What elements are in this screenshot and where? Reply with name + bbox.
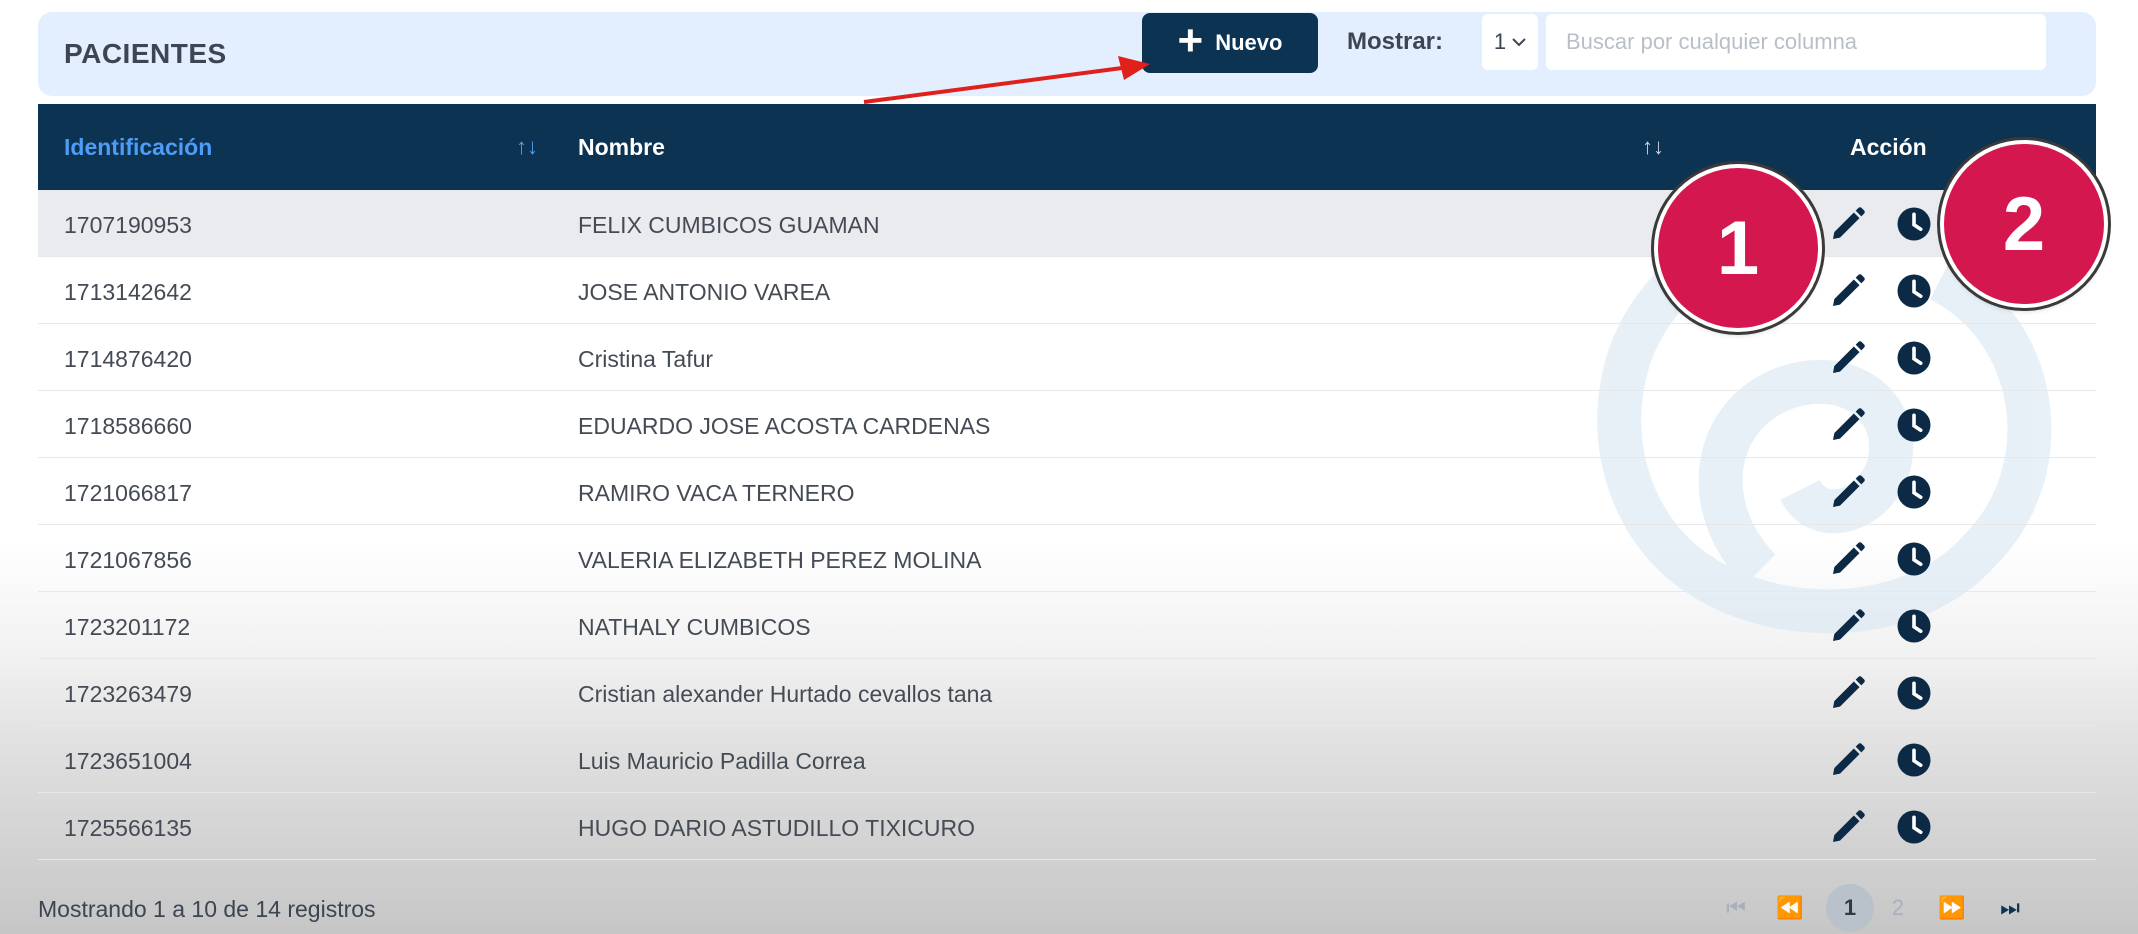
patient-name: JOSE ANTONIO VAREA	[578, 279, 831, 305]
patient-id: 1723201172	[64, 614, 191, 640]
clock-icon[interactable]	[1896, 809, 1932, 845]
first-page-button[interactable]: ⏮	[1716, 886, 1756, 930]
new-button-label: Nuevo	[1215, 30, 1283, 55]
patient-id: 1723263479	[64, 681, 192, 707]
pencil-icon[interactable]	[1828, 807, 1868, 847]
page-2-button[interactable]: 2	[1878, 886, 1918, 930]
page-1-button[interactable]: 1	[1826, 884, 1874, 932]
table-row: 1725566135 HUGO DARIO ASTUDILLO TIXICURO	[38, 793, 2096, 860]
patient-name: NATHALY CUMBICOS	[578, 614, 811, 640]
patient-id: 1713142642	[64, 279, 192, 305]
show-entries-select[interactable]: 1	[1482, 14, 1538, 70]
pencil-icon[interactable]	[1828, 673, 1868, 713]
patient-name: VALERIA ELIZABETH PEREZ MOLINA	[578, 547, 982, 573]
chevron-down-icon	[1512, 38, 1526, 47]
patient-id: 1723651004	[64, 748, 192, 774]
clock-icon[interactable]	[1896, 675, 1932, 711]
search-input[interactable]	[1546, 14, 2046, 70]
patient-id: 1725566135	[64, 815, 192, 841]
sort-icon[interactable]: ↑↓	[1642, 134, 1664, 160]
show-entries-label: Mostrar:	[1347, 28, 1444, 55]
show-entries-value: 1	[1493, 29, 1507, 54]
last-page-button[interactable]: ⏭	[1988, 886, 2032, 930]
table-row: 1721067856 VALERIA ELIZABETH PEREZ MOLIN…	[38, 525, 2096, 592]
pencil-icon[interactable]	[1828, 606, 1868, 646]
clock-icon[interactable]	[1896, 742, 1932, 778]
patient-name: HUGO DARIO ASTUDILLO TIXICURO	[578, 815, 976, 841]
column-header-identificacion[interactable]: Identificación	[64, 134, 212, 161]
clock-icon[interactable]	[1896, 541, 1932, 577]
clock-icon[interactable]	[1896, 206, 1932, 242]
patient-id: 1718586660	[64, 413, 192, 439]
table-row: 1718586660 EDUARDO JOSE ACOSTA CARDENAS	[38, 391, 2096, 458]
pencil-icon[interactable]	[1828, 204, 1868, 244]
clock-icon[interactable]	[1896, 407, 1932, 443]
clock-icon[interactable]	[1896, 608, 1932, 644]
table-info: Mostrando 1 a 10 de 14 registros	[38, 896, 376, 922]
column-header-accion: Acción	[1850, 134, 1927, 160]
patient-name: Cristina Tafur	[578, 346, 714, 372]
pencil-icon[interactable]	[1828, 740, 1868, 780]
table-row: 1721066817 RAMIRO VACA TERNERO	[38, 458, 2096, 525]
pencil-icon[interactable]	[1828, 472, 1868, 512]
table-row: 1714876420 Cristina Tafur	[38, 324, 2096, 391]
clock-icon[interactable]	[1896, 474, 1932, 510]
patient-id: 1721067856	[64, 547, 192, 573]
plus-icon: +	[1177, 16, 1204, 65]
patient-id: 1714876420	[64, 346, 192, 372]
table-row: 1723201172 NATHALY CUMBICOS	[38, 592, 2096, 659]
annotation-badge-1: 1	[1658, 168, 1818, 328]
patient-id: 1721066817	[64, 480, 192, 506]
pencil-icon[interactable]	[1828, 539, 1868, 579]
annotation-arrow	[863, 56, 1150, 104]
patient-id: 1707190953	[64, 212, 192, 238]
table-row: 1723651004 Luis Mauricio Padilla Correa	[38, 726, 2096, 793]
table-row: 1723263479 Cristian alexander Hurtado ce…	[38, 659, 2096, 726]
patient-name: FELIX CUMBICOS GUAMAN	[578, 212, 880, 238]
next-page-button[interactable]: ⏩	[1930, 886, 1974, 930]
previous-page-button[interactable]: ⏪	[1770, 886, 1810, 930]
table-header: Identificación ↑↓ Nombre ↑↓ Acción	[38, 104, 2096, 190]
sort-icon[interactable]: ↑↓	[516, 134, 538, 160]
pencil-icon[interactable]	[1828, 405, 1868, 445]
new-patient-button[interactable]: + Nuevo	[1142, 13, 1318, 73]
column-header-nombre[interactable]: Nombre	[578, 134, 665, 161]
pencil-icon[interactable]	[1828, 271, 1868, 311]
page-title: PACIENTES	[64, 38, 227, 69]
patient-name: RAMIRO VACA TERNERO	[578, 480, 855, 506]
clock-icon[interactable]	[1896, 340, 1932, 376]
clock-icon[interactable]	[1896, 273, 1932, 309]
patient-name: Luis Mauricio Padilla Correa	[578, 748, 866, 774]
annotation-badge-2: 2	[1944, 144, 2104, 304]
pencil-icon[interactable]	[1828, 338, 1868, 378]
patient-name: EDUARDO JOSE ACOSTA CARDENAS	[578, 413, 991, 439]
patient-name: Cristian alexander Hurtado cevallos tana	[578, 681, 993, 707]
